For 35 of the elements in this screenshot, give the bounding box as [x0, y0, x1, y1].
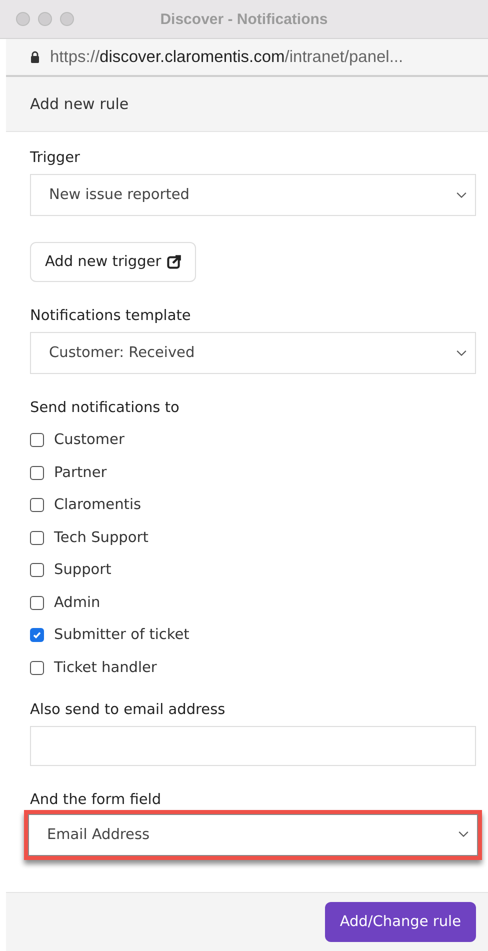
dropdown-select[interactable]: Customer: Received	[30, 332, 476, 374]
field-label: Also send to email address	[30, 702, 226, 718]
checkbox[interactable]	[30, 466, 44, 480]
add-trigger-button[interactable]: Add new trigger	[30, 242, 196, 282]
checkbox[interactable]	[30, 498, 44, 512]
add-change-rule-button[interactable]: Add/Change rule	[324, 902, 476, 942]
dropdown-select[interactable]: Email Address	[28, 814, 478, 856]
checkbox-label: Submitter of ticket	[54, 627, 190, 643]
chevron-down-icon	[456, 350, 467, 356]
dropdown-select[interactable]: New issue reported	[30, 174, 476, 216]
chevron-down-icon	[458, 831, 469, 838]
field-label: And the form field	[30, 792, 162, 808]
checkbox-label: Partner	[54, 464, 107, 480]
checkbox-label: Claromentis	[54, 497, 142, 513]
checkbox-label: Ticket handler	[54, 660, 157, 676]
checkbox[interactable]	[30, 530, 44, 544]
checkbox[interactable]	[30, 660, 44, 674]
checkbox[interactable]	[30, 563, 44, 577]
checkbox-label: Admin	[54, 594, 100, 610]
external-link-icon	[167, 255, 182, 269]
checkbox[interactable]	[30, 596, 44, 610]
field-label: Send notifications to	[30, 400, 180, 416]
checkbox[interactable]	[30, 628, 44, 642]
window-title: Discover - Notifications	[160, 10, 328, 28]
checkbox[interactable]	[30, 433, 44, 447]
panel-title: Add new rule	[30, 95, 129, 113]
lock-icon	[30, 51, 40, 63]
checkbox-label: Tech Support	[54, 530, 148, 546]
field-label: Notifications template	[30, 308, 192, 324]
field-label: Trigger	[30, 150, 82, 166]
checkbox-label: Customer	[54, 432, 124, 448]
checkmark-icon	[32, 630, 42, 640]
chevron-down-icon	[456, 192, 467, 198]
email-input-field[interactable]	[30, 726, 476, 766]
checkbox-label: Support	[54, 562, 112, 578]
